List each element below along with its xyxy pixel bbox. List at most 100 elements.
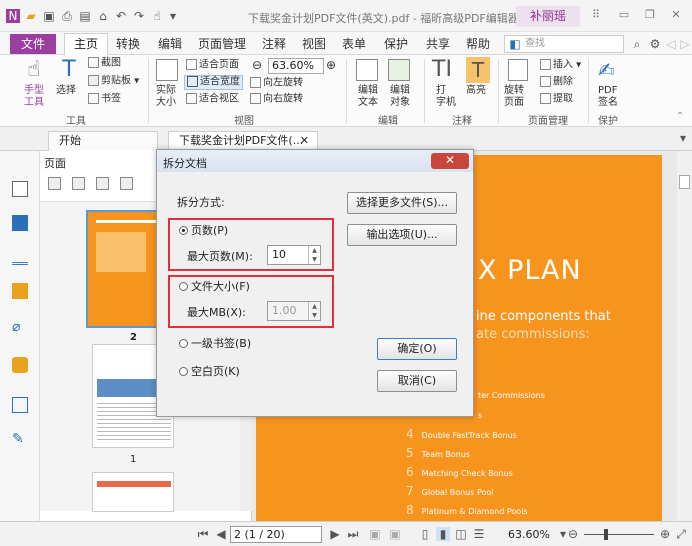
next-page-icon[interactable]: ▶	[328, 527, 342, 541]
menu-view[interactable]: 视图	[302, 35, 326, 53]
rotate-right-button[interactable]: 向右旋转	[250, 93, 303, 106]
scrollbar-thumb[interactable]	[679, 175, 690, 189]
fullscreen-icon[interactable]: ⤢	[674, 527, 688, 541]
fit-view-button[interactable]: 适合视区	[186, 93, 239, 106]
user-account-button[interactable]: 补丽瑶	[516, 6, 580, 27]
thumb-option-icon[interactable]	[72, 177, 85, 190]
fit-page-button[interactable]: 适合页面	[186, 59, 239, 72]
screenshot-button[interactable]: 截图	[88, 57, 121, 70]
delete-page-button[interactable]: 删除	[540, 76, 573, 89]
undo-icon[interactable]: ↶	[114, 9, 128, 23]
dialog-close-icon[interactable]: ✕	[431, 153, 469, 169]
print-icon[interactable]: ⎙	[60, 9, 74, 23]
document-scrollbar[interactable]	[677, 151, 692, 521]
radio-pages[interactable]: 页数(P)	[179, 225, 228, 237]
single-page-icon[interactable]: ▯	[418, 527, 432, 541]
highlight-button[interactable]: 高亮	[466, 85, 486, 97]
comments-panel-icon[interactable]	[12, 283, 28, 299]
last-page-icon[interactable]: ⏭	[346, 527, 360, 541]
pages-panel-icon[interactable]	[12, 215, 28, 231]
thumb-option-icon[interactable]	[48, 177, 61, 190]
collapse-ribbon-icon[interactable]: ⌃	[676, 111, 684, 123]
minimize-icon[interactable]: ▭	[616, 8, 632, 22]
hand-quick-icon[interactable]: ☝	[150, 9, 164, 23]
redo-icon[interactable]: ↷	[132, 9, 146, 23]
scan-icon[interactable]: ▤	[78, 9, 92, 23]
menu-form[interactable]: 表单	[342, 35, 366, 53]
menu-file[interactable]: 文件	[10, 34, 56, 54]
thumb-option-icon[interactable]	[96, 177, 109, 190]
ok-button[interactable]: 确定(O)	[377, 338, 457, 360]
output-options-button[interactable]: 输出选项(U)...	[347, 224, 457, 246]
save-icon[interactable]: ▣	[42, 9, 56, 23]
menu-page-management[interactable]: 页面管理	[198, 35, 246, 53]
zoom-out-icon[interactable]: ⊖	[566, 527, 580, 541]
extract-page-button[interactable]: 提取	[540, 93, 573, 106]
select-tool-button[interactable]: 选择	[56, 85, 76, 97]
zoom-select[interactable]: 63.60%	[268, 58, 324, 74]
settings-icon[interactable]: ⚙	[648, 37, 662, 51]
menu-share[interactable]: 共享	[426, 35, 450, 53]
menu-comment[interactable]: 注释	[262, 35, 286, 53]
restore-icon[interactable]: ❐	[642, 8, 658, 22]
insert-page-button[interactable]: 插入 ▾	[540, 59, 581, 72]
actual-size-button[interactable]: 实际 大小	[156, 85, 176, 109]
edit-text-button[interactable]: 编辑 文本	[358, 85, 378, 109]
customize-dropdown-icon[interactable]: ▾	[166, 9, 180, 23]
select-more-files-button[interactable]: 选择更多文件(S)...	[347, 192, 457, 214]
zoom-in-icon[interactable]: ⊕	[658, 527, 672, 541]
signature-panel-icon[interactable]: ✎	[12, 431, 28, 447]
dialog-title-bar[interactable]: 拆分文档 ✕	[157, 150, 473, 172]
next-view-icon[interactable]: ▣	[388, 527, 402, 541]
zoom-in-icon[interactable]: ⊕	[326, 59, 336, 71]
typewriter-button[interactable]: 打 字机	[436, 85, 456, 109]
thumbnail-page-3[interactable]	[92, 472, 174, 512]
search-input[interactable]: 查找	[504, 35, 624, 53]
rotate-page-button[interactable]: 旋转 页面	[504, 85, 524, 109]
continuous-page-icon[interactable]: ▮	[436, 527, 450, 541]
radio-file-size[interactable]: 文件大小(F)	[179, 281, 250, 293]
menu-edit[interactable]: 编辑	[158, 35, 182, 53]
radio-bookmark[interactable]: 一级书签(B)	[179, 338, 251, 350]
open-folder-icon[interactable]: ▰	[24, 9, 38, 23]
menu-home[interactable]: 主页	[64, 33, 108, 56]
zoom-slider-track[interactable]	[584, 534, 654, 535]
clipboard-button[interactable]: 剪贴板 ▾	[88, 75, 139, 88]
radio-blank-page[interactable]: 空白页(K)	[179, 366, 240, 378]
first-page-icon[interactable]: ⏮	[196, 527, 210, 541]
menu-protect[interactable]: 保护	[384, 35, 408, 53]
cancel-button[interactable]: 取消(C)	[377, 370, 457, 392]
tab-list-icon[interactable]: ▾	[676, 131, 690, 145]
page-number-input[interactable]: 2 (1 / 20)	[230, 526, 322, 543]
max-pages-input[interactable]: 10 ▲ ▼	[267, 245, 321, 265]
spinner-arrows-icon[interactable]: ▲ ▼	[308, 302, 320, 320]
continuous-facing-icon[interactable]: ☰	[472, 527, 486, 541]
properties-icon[interactable]: ⌂	[96, 9, 110, 23]
fit-width-button[interactable]: 适合宽度	[184, 75, 243, 90]
form-fields-icon[interactable]	[12, 397, 28, 413]
layers-icon[interactable]	[12, 249, 28, 265]
tab-document[interactable]: 下载奖金计划PDF文件(... ✕	[168, 131, 318, 151]
hand-tool-button[interactable]: 手型 工具	[24, 85, 46, 109]
previous-view-icon[interactable]: ▣	[368, 527, 382, 541]
lock-icon[interactable]	[12, 357, 28, 373]
edit-object-button[interactable]: 编辑 对象	[390, 85, 410, 109]
bookmark-button[interactable]: 书签	[88, 93, 121, 106]
attachment-icon[interactable]: ⌀	[12, 319, 28, 335]
max-mb-input[interactable]: 1.00 ▲ ▼	[267, 301, 321, 321]
thumb-option-icon[interactable]	[120, 177, 133, 190]
close-icon[interactable]: ✕	[668, 8, 684, 22]
spinner-arrows-icon[interactable]: ▲ ▼	[308, 246, 320, 264]
forward-icon[interactable]: ▷	[678, 37, 692, 51]
rotate-left-button[interactable]: 向左旋转	[250, 77, 303, 90]
tab-start[interactable]: 开始	[48, 131, 158, 151]
search-icon[interactable]: ⌕	[630, 37, 644, 51]
menu-convert[interactable]: 转换	[116, 35, 140, 53]
facing-page-icon[interactable]: ◫	[454, 527, 468, 541]
prev-page-icon[interactable]: ◀	[214, 527, 228, 541]
ribbon-options-icon[interactable]: ⠿	[588, 8, 604, 22]
back-icon[interactable]: ◁	[664, 37, 678, 51]
menu-help[interactable]: 帮助	[466, 35, 490, 53]
pdf-sign-button[interactable]: PDF 签名	[598, 85, 618, 109]
zoom-slider-handle[interactable]	[604, 529, 608, 540]
